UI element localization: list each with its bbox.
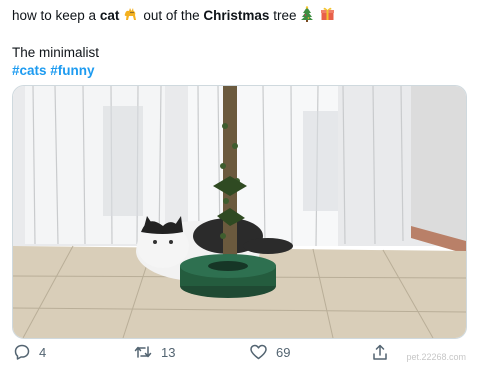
watermark: pet.22268.com: [406, 352, 466, 362]
reply-count: 4: [39, 344, 47, 360]
reply-button[interactable]: 4: [14, 344, 46, 360]
gift-emoji-icon: [320, 6, 335, 26]
share-button[interactable]: [372, 344, 388, 361]
retweet-count: 13: [161, 344, 176, 360]
hashtag-funny-link[interactable]: #funny: [50, 63, 94, 78]
tweet-text-part: out of the: [143, 8, 200, 23]
christmas-tree-emoji-icon: [300, 5, 314, 27]
heart-icon: [250, 344, 267, 360]
tweet-bold-cat: cat: [99, 8, 120, 23]
retweet-icon: [134, 346, 152, 358]
tweet-text-part: tree: [273, 8, 297, 23]
like-count: 69: [276, 344, 291, 360]
tweet-second-line: The minimalist: [12, 45, 100, 60]
hashtag-cats-link[interactable]: #cats: [12, 63, 47, 78]
hashtags: #cats #funny: [12, 62, 468, 80]
reply-icon: [14, 344, 30, 360]
retweet-button[interactable]: 13: [134, 344, 175, 360]
cat-christmas-tree-photo: [13, 86, 466, 338]
tweet-text: how to keep a cat out of the Christmas t…: [12, 5, 468, 80]
like-button[interactable]: 69: [250, 344, 290, 360]
tweet-actions: 4 13 69: [12, 344, 468, 366]
tweet-bold-christmas: Christmas: [203, 8, 270, 23]
tweet-text-part: how to keep a: [12, 8, 97, 23]
tweet-first-line: how to keep a cat out of the Christmas t…: [12, 5, 468, 27]
tweet-media-photo[interactable]: [12, 85, 467, 339]
share-icon: [373, 344, 387, 360]
cat-emoji-icon: [123, 7, 139, 26]
